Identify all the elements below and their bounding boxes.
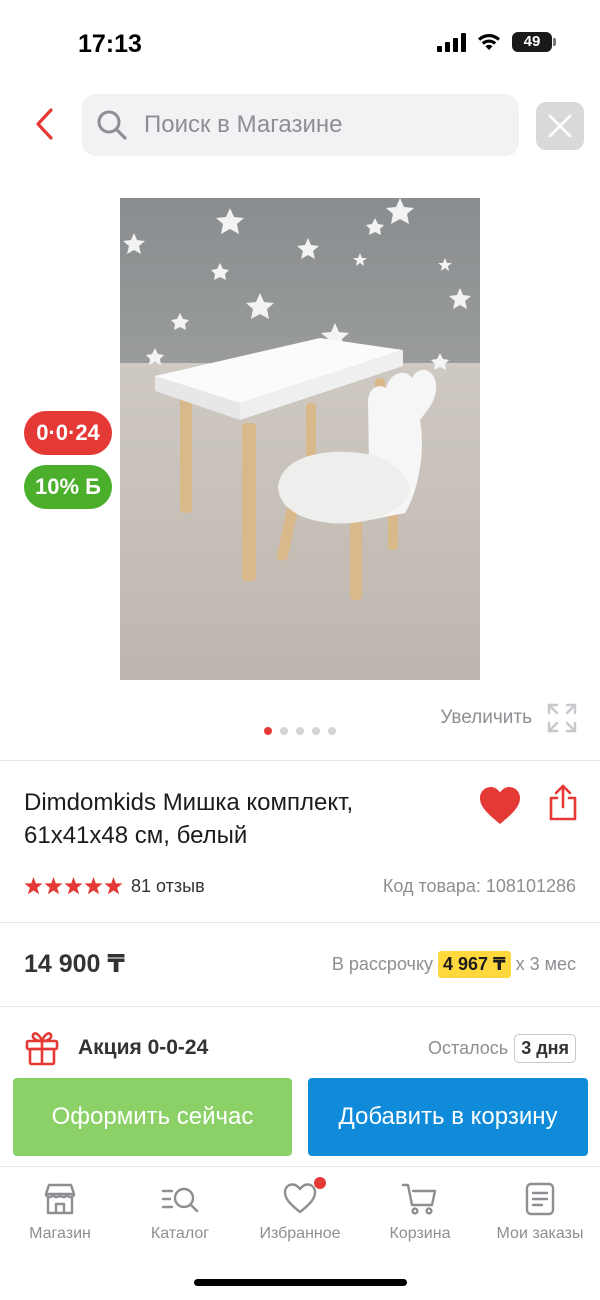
shop-icon — [42, 1181, 78, 1217]
battery-icon: 49 — [512, 32, 556, 52]
notification-dot — [314, 1177, 326, 1189]
days-remaining-badge: 3 дня — [514, 1033, 576, 1063]
buy-now-button[interactable]: Оформить сейчас — [13, 1078, 292, 1156]
pagination-dot[interactable] — [296, 727, 304, 735]
back-button[interactable] — [26, 104, 62, 144]
tab-label: Магазин — [29, 1225, 91, 1242]
product-title: Dimdomkids Мишка комплект, 61x41x48 см, … — [24, 789, 354, 849]
gift-icon — [25, 1032, 59, 1066]
pagination-dot[interactable] — [280, 727, 288, 735]
installment-prefix: В рассрочку — [331, 953, 434, 974]
cellular-signal-icon — [437, 32, 466, 52]
pagination-dot[interactable] — [328, 727, 336, 735]
catalog-search-icon — [160, 1181, 200, 1217]
divider — [0, 760, 600, 761]
star-icon — [104, 877, 123, 895]
installment-suffix: x 3 мес — [515, 953, 576, 974]
cart-icon — [401, 1181, 439, 1217]
search-bar[interactable] — [82, 94, 519, 156]
home-indicator[interactable] — [194, 1279, 407, 1286]
divider — [0, 922, 600, 923]
heart-outline-icon — [282, 1177, 326, 1217]
search-header — [0, 88, 600, 164]
product-code: Код товара: 108101286 — [382, 875, 576, 896]
tab-label: Корзина — [389, 1225, 451, 1242]
installment-info[interactable]: В рассрочку 4 967 ₸ x 3 мес — [331, 950, 576, 978]
status-bar: 17:13 49 — [0, 0, 600, 88]
star-icon — [24, 877, 43, 895]
add-to-cart-button[interactable]: Добавить в корзину — [308, 1078, 588, 1156]
reviews-link[interactable]: 81 отзыв — [131, 876, 205, 897]
chevron-left-icon — [36, 108, 53, 140]
search-input[interactable] — [144, 111, 484, 139]
pagination-dot[interactable] — [264, 727, 272, 735]
tab-catalog[interactable]: Каталог — [120, 1181, 240, 1243]
rating-row: 81 отзыв Код товара: 108101286 — [24, 872, 576, 900]
close-icon — [548, 114, 572, 138]
rating-stars — [24, 877, 123, 895]
tab-shop[interactable]: Магазин — [0, 1181, 120, 1243]
tab-favorites[interactable]: Избранное — [240, 1177, 360, 1243]
pagination-dot[interactable] — [312, 727, 320, 735]
favorite-button[interactable] — [478, 786, 522, 831]
share-button[interactable] — [548, 784, 578, 827]
installment-badge: 0·0·24 — [24, 411, 112, 455]
promo-label: Акция 0-0-24 — [78, 1036, 209, 1059]
installment-amount: 4 967 ₸ — [438, 950, 511, 978]
tab-label: Избранное — [259, 1225, 341, 1242]
product-image[interactable] — [120, 198, 480, 680]
zoom-label: Увеличить — [440, 707, 532, 728]
star-icon — [64, 877, 83, 895]
status-time: 17:13 — [78, 30, 142, 58]
product-price: 14 900 ₸ — [24, 950, 125, 978]
tab-label: Каталог — [150, 1225, 210, 1242]
promo-row[interactable]: Акция 0-0-24 Осталось 3 дня — [24, 1028, 576, 1068]
wifi-icon — [478, 33, 500, 50]
star-icon — [84, 877, 103, 895]
star-icon — [44, 877, 63, 895]
price-row: 14 900 ₸ В рассрочку 4 967 ₸ x 3 мес — [24, 944, 576, 984]
bonus-badge: 10% Б — [24, 465, 112, 509]
share-icon — [549, 784, 577, 821]
divider — [0, 1006, 600, 1007]
orders-icon — [523, 1181, 557, 1217]
zoom-button[interactable]: Увеличить — [440, 702, 578, 734]
status-icons: 49 — [437, 32, 556, 52]
tab-cart[interactable]: Корзина — [360, 1181, 480, 1243]
remaining-label: Осталось — [428, 1037, 509, 1058]
tab-orders[interactable]: Мои заказы — [480, 1181, 600, 1243]
search-icon — [97, 110, 127, 140]
expand-icon — [547, 703, 577, 733]
clear-search-button[interactable] — [536, 102, 584, 150]
heart-filled-icon — [480, 787, 520, 824]
tab-label: Мои заказы — [496, 1225, 584, 1242]
